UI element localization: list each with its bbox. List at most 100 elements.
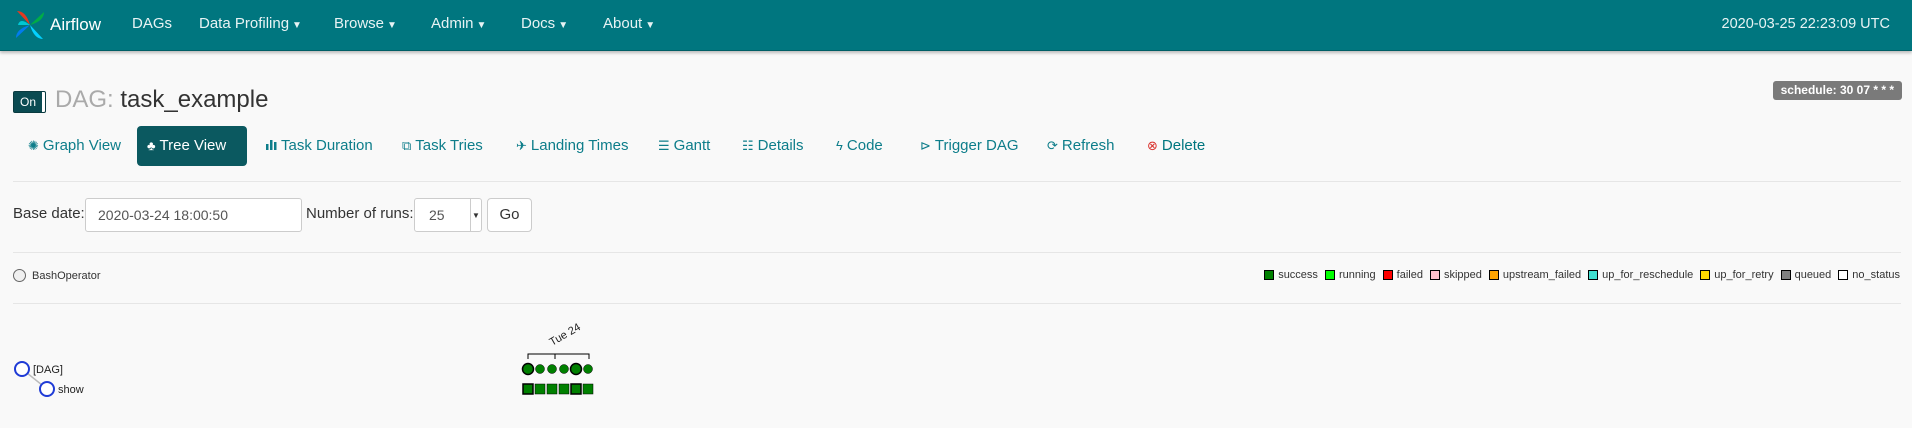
tab-label: Refresh: [1061, 137, 1115, 154]
legend-swatch: [1700, 270, 1711, 280]
divider: [13, 181, 1901, 182]
flash-icon: ϟ: [836, 138, 843, 153]
base-date-input[interactable]: 2020-03-24 18:00:50: [85, 198, 302, 232]
tree-node-show[interactable]: [39, 381, 55, 397]
tab-trigger-dag[interactable]: ⊳ Trigger DAG: [910, 126, 1029, 166]
toggle-label: On: [14, 92, 42, 112]
tab-delete[interactable]: ⊗ Delete: [1137, 126, 1215, 166]
legend-item-skipped: skipped: [1429, 269, 1482, 281]
legend-swatch: [1324, 270, 1335, 280]
tree-node-dag[interactable]: [14, 361, 30, 377]
tab-label: Code: [846, 137, 883, 154]
legend-item-no-status: no_status: [1838, 269, 1900, 281]
dag-id: task_example: [120, 86, 269, 113]
legend-item-upstream-failed: upstream_failed: [1488, 269, 1582, 281]
tab-graph-view[interactable]: ✺ Graph View: [18, 126, 131, 166]
operator-legend: BashOperator: [13, 269, 100, 282]
legend-swatch: [1780, 270, 1791, 280]
tab-task-tries[interactable]: ⧉ Task Tries: [392, 126, 493, 166]
dag-prefix: DAG:: [55, 86, 114, 113]
task-instance-square[interactable]: [558, 383, 570, 395]
run-cells: [521, 362, 594, 395]
tab-label: Trigger DAG: [934, 137, 1019, 154]
brand-name: Airflow: [50, 15, 102, 34]
tab-label: Tree View: [159, 137, 227, 154]
schedule-badge: schedule: 30 07 * * *: [1772, 81, 1902, 100]
nav-browse[interactable]: Browse ▼: [334, 0, 397, 48]
task-instance-square[interactable]: [570, 383, 582, 395]
legend-swatch: [1838, 270, 1849, 280]
nav-docs[interactable]: Docs ▼: [521, 0, 568, 48]
go-button[interactable]: Go: [487, 198, 532, 232]
nav-dags[interactable]: DAGs: [132, 0, 172, 48]
navbar: Airflow DAGs Data Profiling ▼ Browse ▼ Adm…: [0, 0, 1912, 51]
legend-swatch: [1488, 270, 1499, 280]
legend-swatch: [1382, 270, 1393, 280]
tab-label: Delete: [1161, 137, 1206, 154]
legend-item-running: running: [1324, 269, 1376, 281]
tab-label: Landing Times: [530, 137, 629, 154]
tab-label: Graph View: [42, 137, 122, 154]
dag-pause-toggle[interactable]: On: [13, 91, 46, 113]
dag-run-circle[interactable]: [583, 364, 593, 374]
dag-run-circle[interactable]: [559, 364, 569, 374]
nav-about[interactable]: About ▼: [603, 0, 655, 48]
legend-label: failed: [1396, 269, 1423, 281]
duplicate-icon: ⧉: [402, 138, 412, 153]
asterisk-icon: ✺: [28, 138, 39, 153]
chevron-down-icon: ▼: [387, 20, 397, 31]
task-instance-square[interactable]: [582, 383, 594, 395]
dag-run-circle[interactable]: [535, 364, 545, 374]
legend-label: queued: [1794, 269, 1832, 281]
chevron-down-icon: ▼: [558, 20, 569, 31]
task-instance-square[interactable]: [546, 383, 558, 395]
legend-swatch: [1588, 270, 1599, 280]
chevron-down-icon: ▼: [470, 199, 481, 231]
runs-select[interactable]: 25 ▼: [414, 198, 482, 232]
tree-icon: ♣: [147, 138, 156, 153]
legend-label: up_for_retry: [1714, 269, 1774, 281]
nav-admin[interactable]: Admin ▼: [431, 0, 486, 48]
legend-label: upstream_failed: [1502, 269, 1582, 281]
task-instance-square[interactable]: [534, 383, 546, 395]
date-bracket: [527, 353, 590, 359]
chevron-down-icon: ▼: [645, 20, 656, 31]
plane-icon: ✈: [516, 138, 527, 153]
legend-item-up-for-retry: up_for_retry: [1700, 269, 1774, 281]
refresh-icon: ⟳: [1047, 138, 1058, 153]
nav-label: DAGs: [132, 15, 173, 32]
tab-gantt[interactable]: ☰ Gantt: [648, 126, 720, 166]
legend-item-success: success: [1264, 269, 1318, 281]
tab-landing-times[interactable]: ✈ Landing Times: [506, 126, 638, 166]
legend-swatch: [1429, 270, 1440, 280]
legend-item-up-for-reschedule: up_for_reschedule: [1588, 269, 1693, 281]
remove-circle-icon: ⊗: [1147, 138, 1158, 153]
nav-label: Browse: [334, 15, 385, 32]
nav-label: Data Profiling: [199, 15, 290, 32]
legend-label: success: [1278, 269, 1318, 281]
tab-details[interactable]: ☷ Details: [732, 126, 814, 166]
legend-swatch: [1264, 270, 1275, 280]
dag-run-circle[interactable]: [521, 362, 535, 376]
tab-refresh[interactable]: ⟳ Refresh: [1037, 126, 1124, 166]
dag-run-circle[interactable]: [569, 362, 583, 376]
runs-value: 25: [429, 207, 445, 223]
nav-label: About: [603, 15, 643, 32]
runs-label: Number of runs:: [306, 205, 414, 222]
align-left-icon: ☰: [658, 138, 670, 153]
airflow-logo-icon: [16, 11, 44, 39]
tab-tree-view[interactable]: ♣ Tree View: [137, 126, 247, 166]
brand-link[interactable]: Airflow: [12, 6, 101, 44]
legend-label: skipped: [1443, 269, 1482, 281]
base-date-label: Base date:: [13, 205, 85, 222]
server-clock: 2020-03-25 22:23:09 UTC: [1721, 16, 1890, 32]
nav-data-profiling[interactable]: Data Profiling ▼: [199, 0, 302, 48]
dag-run-circle[interactable]: [547, 364, 557, 374]
tab-label: Task Tries: [415, 137, 483, 154]
legend-label: no_status: [1852, 269, 1900, 281]
tab-task-duration[interactable]: Task Duration: [255, 126, 383, 166]
date-axis-label: Tue 24: [548, 321, 583, 348]
tab-code[interactable]: ϟ Code: [826, 126, 893, 166]
divider: [13, 303, 1901, 304]
task-instance-square[interactable]: [522, 383, 534, 395]
